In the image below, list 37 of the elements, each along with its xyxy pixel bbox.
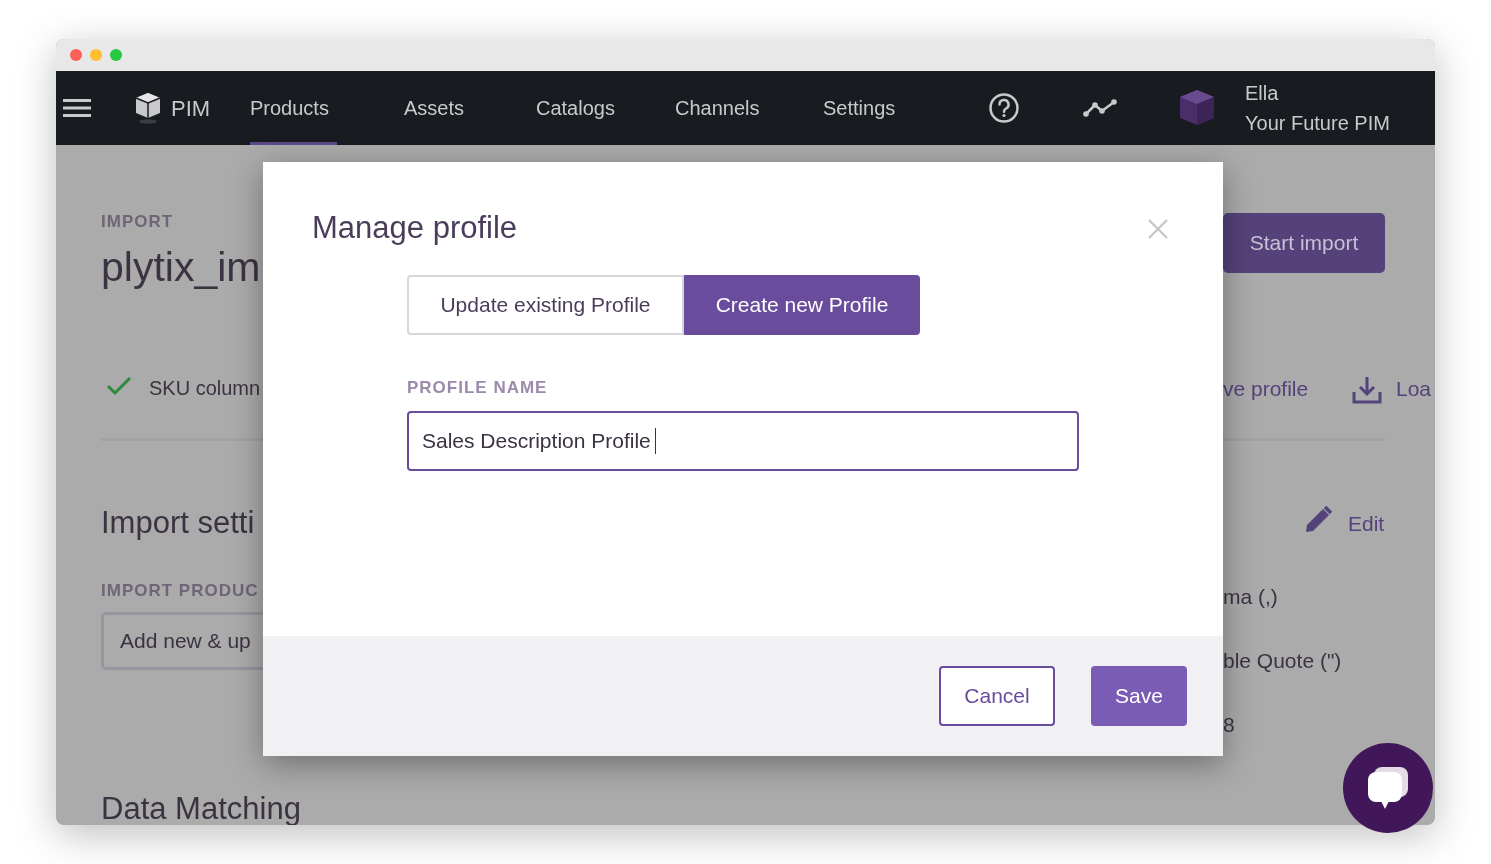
- nav-link[interactable]: Catalogs: [536, 71, 621, 145]
- user-name: Ella: [1245, 81, 1280, 106]
- segment-tab[interactable]: Update existing Profile: [407, 275, 684, 335]
- start-import-button[interactable]: Start import: [1223, 213, 1385, 273]
- dialog-title: Manage profile: [312, 209, 518, 247]
- section-title: Import setti: [101, 504, 255, 542]
- section-eyebrow: IMPORT: [101, 211, 174, 233]
- cube-icon: [135, 92, 161, 124]
- pencil-icon[interactable]: [1303, 505, 1333, 535]
- nav-link[interactable]: Assets: [404, 71, 467, 145]
- save-button[interactable]: Save: [1091, 666, 1187, 726]
- nav-link[interactable]: Products: [250, 71, 337, 145]
- encoding-value: 8: [1223, 712, 1235, 738]
- nav-link[interactable]: Settings: [823, 71, 903, 145]
- sku-status-text: SKU column: [149, 376, 261, 401]
- field-label: PROFILE NAME: [407, 377, 549, 399]
- field-label: IMPORT PRODUC: [101, 580, 259, 602]
- segment-tab[interactable]: Create new Profile: [684, 275, 920, 335]
- profile-name-field[interactable]: Sales Description Profile: [407, 410, 1079, 471]
- cancel-button[interactable]: Cancel: [939, 666, 1055, 726]
- menu-icon[interactable]: [63, 98, 91, 118]
- checkmark-icon: [106, 376, 132, 396]
- download-icon[interactable]: [1352, 375, 1382, 405]
- edit-link[interactable]: Edit: [1348, 508, 1385, 540]
- activity-icon[interactable]: [1083, 98, 1117, 118]
- nav-link[interactable]: Channels: [675, 71, 766, 145]
- separator-value: ma (,): [1223, 584, 1278, 610]
- page-title: plytix_im: [101, 243, 261, 292]
- brand-name: PIM: [171, 94, 212, 123]
- organization-name: Your Future PIM: [1245, 111, 1390, 136]
- avatar-cube-icon[interactable]: [1179, 89, 1215, 127]
- quote-value: ble Quote ("): [1223, 648, 1342, 674]
- text-cursor: [654, 427, 657, 454]
- section-title: Data Matching: [101, 791, 301, 825]
- help-icon[interactable]: [989, 93, 1019, 123]
- load-profile-link[interactable]: Loa: [1396, 373, 1432, 405]
- save-profile-link[interactable]: ve profile: [1223, 373, 1309, 405]
